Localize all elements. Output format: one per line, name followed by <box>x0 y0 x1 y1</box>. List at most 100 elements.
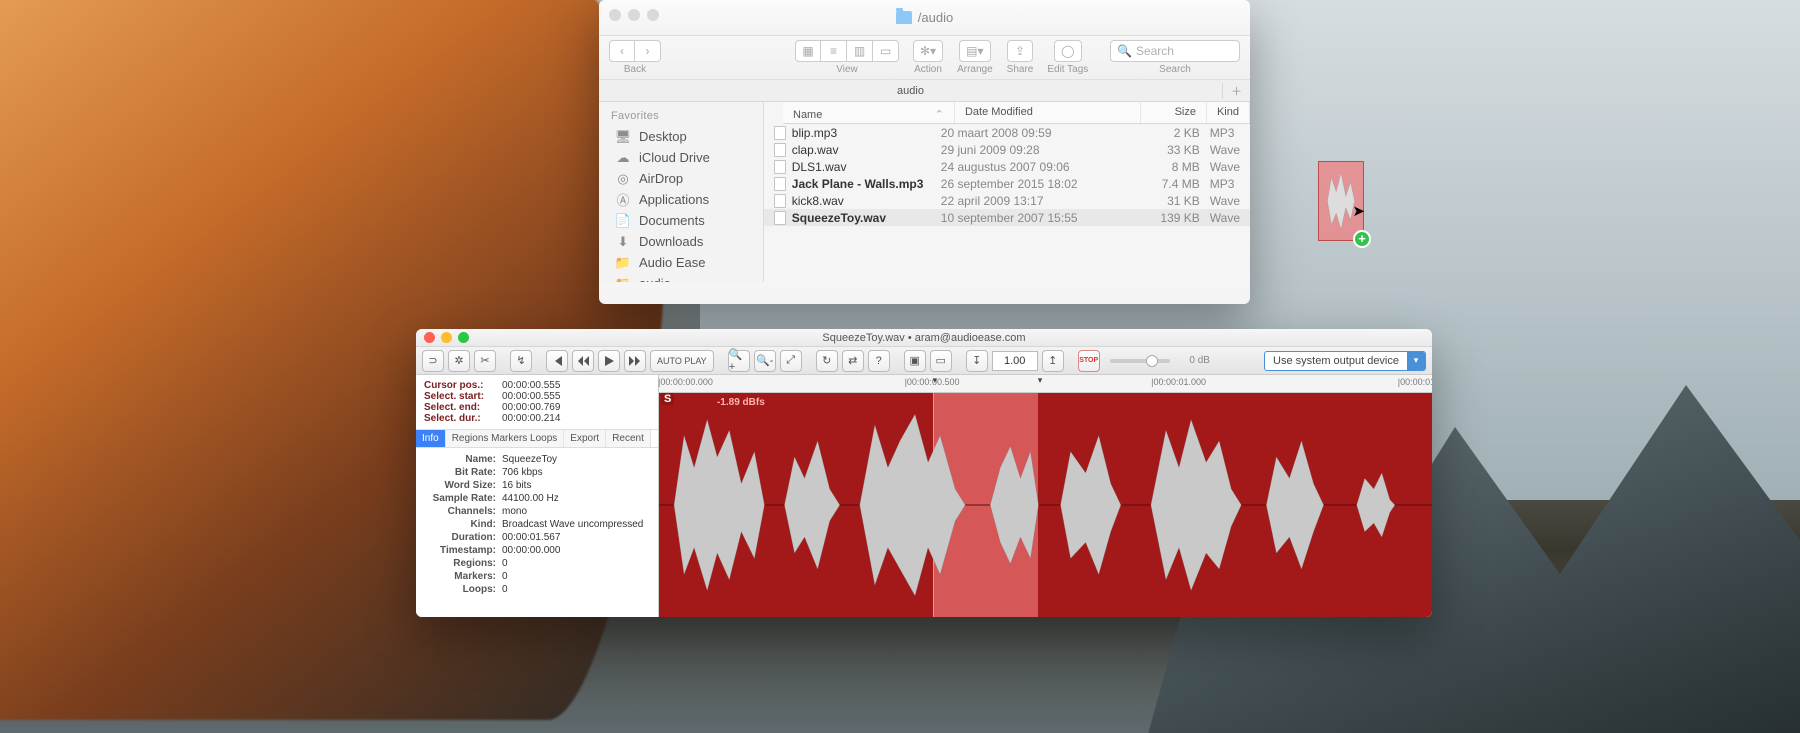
sidebar-item-audio[interactable]: 📁audio <box>599 273 763 282</box>
file-row[interactable]: clap.wav29 juni 2009 09:2833 KBWave <box>764 141 1250 158</box>
autoplay-button[interactable]: AUTO PLAY <box>650 350 714 372</box>
info-tab-recent[interactable]: Recent <box>606 430 651 447</box>
info-key: Loops: <box>424 583 502 596</box>
zoom-out-button[interactable]: 🔍- <box>754 350 776 372</box>
zoom-traffic-light[interactable] <box>647 9 659 21</box>
link-button[interactable]: ⇄ <box>842 350 864 372</box>
search-icon: 🔍 <box>1117 44 1132 58</box>
cursor-info-block: Cursor pos.:00:00:00.555Select. start:00… <box>416 375 658 430</box>
gain-down-button[interactable]: ↧ <box>966 350 988 372</box>
finder-sidebar: Favorites 🖥Desktop☁︎iCloud Drive◎AirDrop… <box>599 102 764 282</box>
nav-label: Back <box>624 64 646 75</box>
sidebar-item-documents[interactable]: 📄Documents <box>599 210 763 231</box>
sidebar-item-label: Desktop <box>639 129 687 144</box>
info-key: Name: <box>424 453 502 466</box>
sidebar-item-label: AirDrop <box>639 171 683 186</box>
view-gallery-button[interactable]: ▭ <box>873 40 899 62</box>
info-tab-info[interactable]: Info <box>416 430 446 447</box>
tool-button[interactable]: ↯ <box>510 350 532 372</box>
loop-button[interactable]: ↻ <box>816 350 838 372</box>
file-row[interactable]: blip.mp320 maart 2008 09:592 KBMP3 <box>764 124 1250 141</box>
apps-icon: Ⓐ <box>615 193 631 207</box>
sidebar-item-applications[interactable]: ⒶApplications <box>599 189 763 210</box>
file-name: Jack Plane - Walls.mp3 <box>792 177 924 191</box>
column-size-header[interactable]: Size <box>1141 102 1207 123</box>
search-placeholder: Search <box>1136 44 1174 58</box>
view-columns-button[interactable]: ▥ <box>847 40 873 62</box>
finder-tab[interactable]: audio <box>599 85 1222 97</box>
column-date-header[interactable]: Date Modified <box>955 102 1141 123</box>
edit-tags-label: Edit Tags <box>1047 64 1088 75</box>
play-button[interactable] <box>598 350 620 372</box>
sidebar-item-audio-ease[interactable]: 📁Audio Ease <box>599 252 763 273</box>
volume-slider[interactable] <box>1110 359 1170 363</box>
settings-button[interactable]: ✲ <box>448 350 470 372</box>
sidebar-item-desktop[interactable]: 🖥Desktop <box>599 126 763 147</box>
sidebar-item-label: audio <box>639 276 671 282</box>
file-row[interactable]: SqueezeToy.wav10 september 2007 15:55139… <box>764 209 1250 226</box>
view-icons-button[interactable]: ▦ <box>795 40 821 62</box>
gain-value-field[interactable]: 1.00 <box>992 351 1038 371</box>
waveform-canvas[interactable]: S -1.89 dBfs <box>659 393 1432 617</box>
copy-plus-badge: + <box>1353 230 1371 248</box>
output-device-select[interactable]: Use system output device ▾ <box>1264 351 1426 371</box>
edit-tags-button[interactable]: ◯ <box>1054 40 1081 62</box>
sidebar-item-icloud-drive[interactable]: ☁︎iCloud Drive <box>599 147 763 168</box>
file-row[interactable]: DLS1.wav24 augustus 2007 09:068 MBWave <box>764 158 1250 175</box>
close-traffic-light[interactable] <box>424 332 435 343</box>
zoom-fit-button[interactable]: ⤢ <box>780 350 802 372</box>
sidebar-item-airdrop[interactable]: ◎AirDrop <box>599 168 763 189</box>
file-icon <box>774 126 786 140</box>
stop-button[interactable]: STOP <box>1078 350 1100 372</box>
time-ruler[interactable]: |00:00:00.000|00:00:00.500|00:00:01.000|… <box>659 375 1432 393</box>
action-button[interactable]: ✻▾ <box>913 40 943 62</box>
file-kind: MP3 <box>1200 126 1240 140</box>
gain-up-button[interactable]: ↥ <box>1042 350 1064 372</box>
file-row[interactable]: kick8.wav22 april 2009 13:1731 KBWave <box>764 192 1250 209</box>
fast-forward-button[interactable] <box>624 350 646 372</box>
drag-preview: ➤ + <box>1318 161 1364 241</box>
view-label: View <box>836 64 858 75</box>
icloud-icon: ☁︎ <box>615 151 631 165</box>
share-button[interactable]: ⇪ <box>1007 40 1033 62</box>
column-kind-header[interactable]: Kind <box>1207 102 1250 123</box>
ruler-marker-icon[interactable]: ▾ <box>1038 375 1043 393</box>
close-traffic-light[interactable] <box>609 9 621 21</box>
file-date: 26 september 2015 18:02 <box>941 177 1133 191</box>
minimize-traffic-light[interactable] <box>441 332 452 343</box>
info-key: Bit Rate: <box>424 466 502 479</box>
arrange-button[interactable]: ▤▾ <box>959 40 990 62</box>
search-input[interactable]: 🔍 Search <box>1110 40 1240 62</box>
new-tab-button[interactable]: ＋ <box>1222 83 1250 99</box>
info-tab-export[interactable]: Export <box>564 430 606 447</box>
zoom-in-button[interactable]: 🔍+ <box>728 350 750 372</box>
cursor-info-value: 00:00:00.214 <box>502 413 560 424</box>
crop-button[interactable]: ▣ <box>904 350 926 372</box>
minimize-traffic-light[interactable] <box>628 9 640 21</box>
search-label: Search <box>1159 64 1191 75</box>
back-button[interactable]: ‹ <box>609 40 635 62</box>
info-value: 44100.00 Hz <box>502 492 559 505</box>
ruler-marker-icon[interactable]: ▾ <box>933 375 938 393</box>
skip-start-button[interactable] <box>546 350 568 372</box>
file-row[interactable]: Jack Plane - Walls.mp3 26 september 2015 … <box>764 175 1250 192</box>
sidebar-item-label: Audio Ease <box>639 255 706 270</box>
column-name-header[interactable]: Name ⌃ <box>783 102 955 123</box>
finder-titlebar[interactable]: /audio <box>599 0 1250 36</box>
view-list-button[interactable]: ≡ <box>821 40 847 62</box>
editor-titlebar[interactable]: SqueezeToy.wav • aram@audioease.com <box>416 329 1432 347</box>
editor-toolbar: ⊃ ✲ ✂ ↯ AUTO PLAY 🔍+ 🔍- ⤢ ↻ ⇄ ? ▣ ▭ ↧ 1.… <box>416 347 1432 375</box>
file-name: DLS1.wav <box>792 160 847 174</box>
sort-indicator-icon: ⌃ <box>935 108 944 121</box>
trim-button[interactable]: ✂ <box>474 350 496 372</box>
selection-tool-button[interactable]: ▭ <box>930 350 952 372</box>
zoom-traffic-light[interactable] <box>458 332 469 343</box>
snap-button[interactable]: ⊃ <box>422 350 444 372</box>
rewind-button[interactable] <box>572 350 594 372</box>
cursor-info-label: Select. start: <box>424 391 502 402</box>
forward-button[interactable]: › <box>635 40 661 62</box>
info-tab-regions-markers-loops[interactable]: Regions Markers Loops <box>446 430 565 447</box>
sidebar-item-downloads[interactable]: ⬇︎Downloads <box>599 231 763 252</box>
help-button[interactable]: ? <box>868 350 890 372</box>
info-key: Channels: <box>424 505 502 518</box>
